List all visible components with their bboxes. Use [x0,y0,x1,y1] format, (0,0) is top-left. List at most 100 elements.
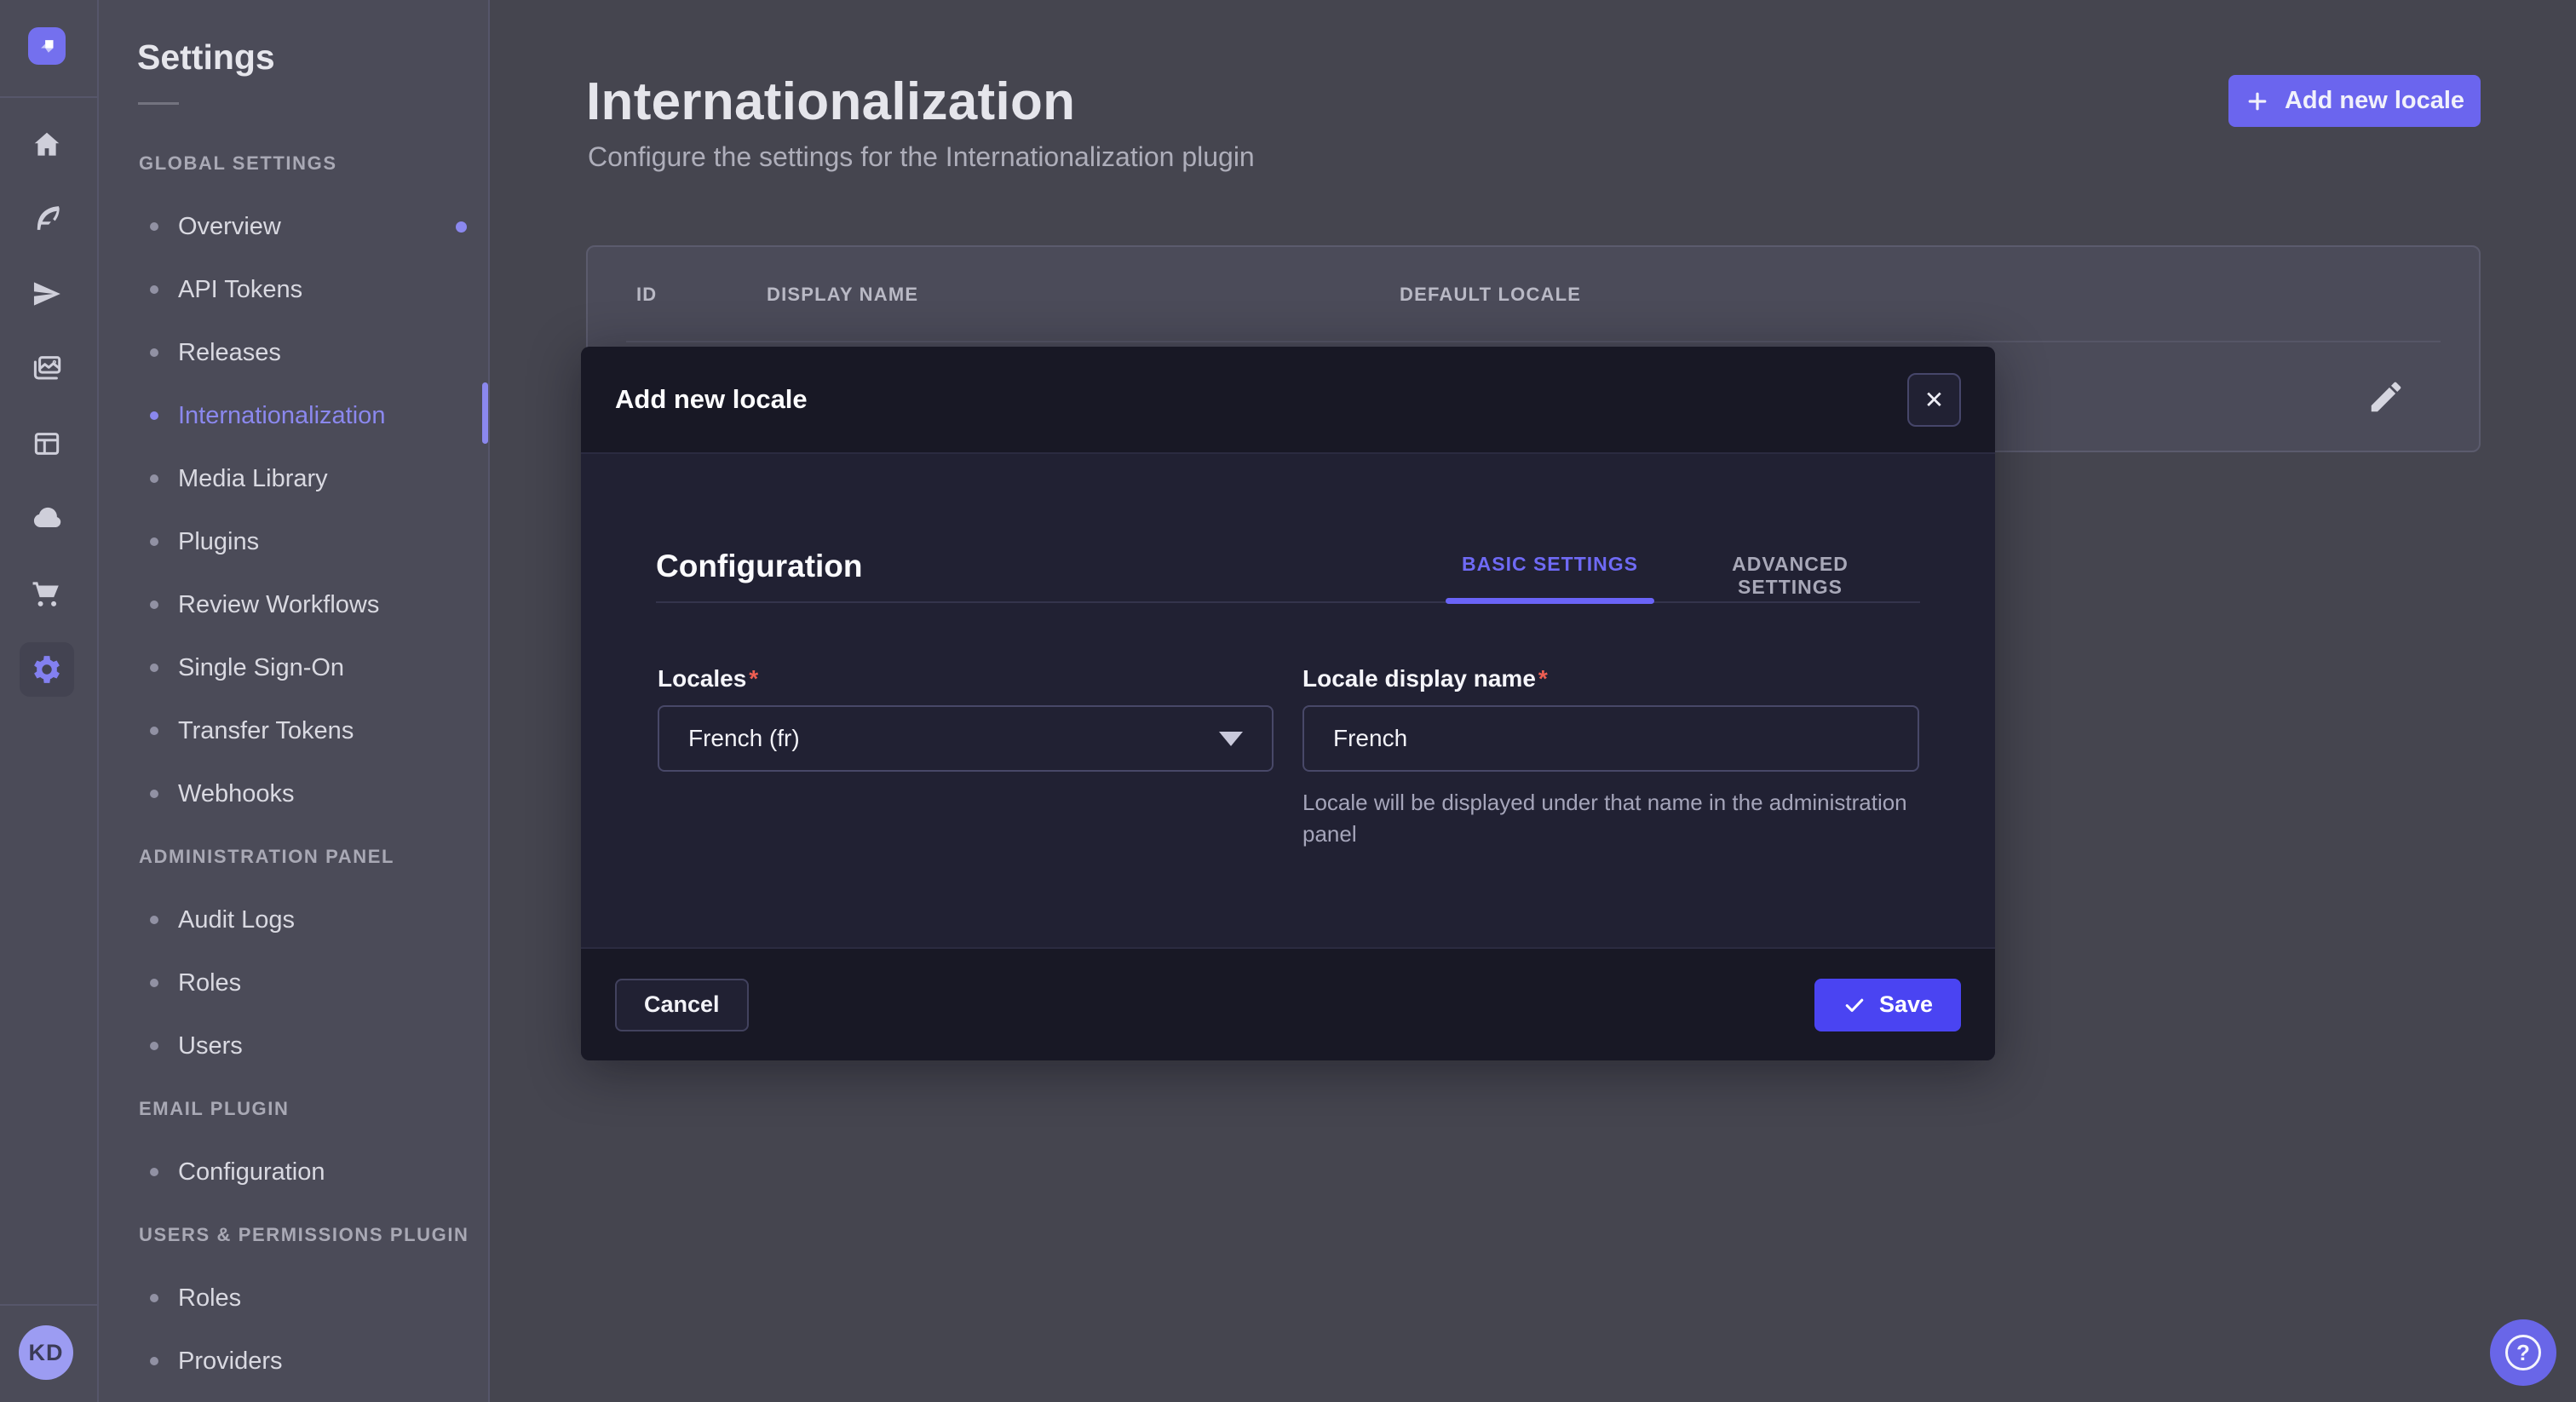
nav-section-label: ADMINISTRATION PANEL [99,825,488,888]
bullet-icon [150,1042,158,1050]
required-asterisk: * [1538,665,1548,692]
column-header-display-name: DISPLAY NAME [767,284,918,306]
sidebar-item-roles[interactable]: Roles [99,951,488,1014]
bullet-icon [150,916,158,924]
sidebar-item-single-sign-on[interactable]: Single Sign-On [99,636,488,699]
nav-gear-icon[interactable] [20,642,74,697]
bullet-icon [150,474,158,483]
nav-feather-icon[interactable] [20,191,74,245]
sidebar-item-transfer-tokens[interactable]: Transfer Tokens [99,699,488,762]
home-icon [31,129,63,161]
required-asterisk: * [749,665,758,692]
close-button[interactable]: ✕ [1907,373,1961,427]
sidebar-item-label: Internationalization [178,402,385,430]
locales-field-group: Locales* French (fr) [658,665,1274,772]
sidebar-item-webhooks[interactable]: Webhooks [99,762,488,825]
sidebar-item-label: Transfer Tokens [178,717,354,745]
save-label: Save [1879,991,1933,1018]
check-icon [1843,993,1866,1017]
bullet-icon [150,348,158,357]
modal-title: Add new locale [615,384,808,415]
nav-section-label: EMAIL PLUGIN [99,1077,488,1141]
sidebar-item-providers[interactable]: Providers [99,1330,488,1393]
edit-locale-button[interactable] [2366,377,2406,418]
sidebar-item-label: Review Workflows [178,591,379,619]
sidebar-item-internationalization[interactable]: Internationalization [99,384,488,447]
bullet-icon [150,790,158,798]
sidebar-item-label: Webhooks [178,780,295,808]
save-button[interactable]: Save [1814,979,1961,1031]
title-divider [138,102,179,105]
locales-select[interactable]: French (fr) [658,705,1274,772]
sidebar-item-api-tokens[interactable]: API Tokens [99,258,488,321]
sidebar-item-label: API Tokens [178,276,302,304]
notification-dot [456,221,467,233]
tabs-divider [656,601,1920,603]
question-icon: ? [2505,1335,2541,1370]
modal-footer: Cancel Save [581,947,1995,1060]
configuration-section-title: Configuration [656,549,863,584]
sidebar-item-label: Roles [178,1284,241,1313]
nav-cart-icon[interactable] [20,566,74,620]
bullet-icon [150,537,158,546]
settings-sidebar: Settings GLOBAL SETTINGSOverviewAPI Toke… [99,0,490,1402]
bullet-icon [150,1294,158,1302]
table-header-divider [626,341,2441,342]
sidebar-item-plugins[interactable]: Plugins [99,510,488,573]
locales-select-value: French (fr) [688,725,800,752]
sidebar-item-label: Media Library [178,465,328,493]
sidebar-item-audit-logs[interactable]: Audit Logs [99,888,488,951]
modal-header: Add new locale ✕ [581,347,1995,454]
bullet-icon [150,222,158,231]
bullet-icon [150,600,158,609]
nav-images-icon[interactable] [20,341,74,395]
tab-advanced-settings[interactable]: ADVANCED SETTINGS [1686,553,1895,599]
bullet-icon [150,664,158,672]
sidebar-item-label: Single Sign-On [178,654,344,682]
active-tab-underline [1446,598,1654,604]
strapi-logo-glyph [34,33,60,59]
sidebar-item-label: Roles [178,969,241,997]
send-icon [31,278,63,310]
sidebar-divider [0,96,97,98]
nav-home-icon[interactable] [20,118,74,172]
icon-sidebar: KD [0,0,99,1402]
display-name-label: Locale display name* [1302,665,1919,692]
cart-icon [31,577,63,609]
sidebar-item-configuration[interactable]: Configuration [99,1141,488,1204]
bullet-icon [150,285,158,294]
close-icon: ✕ [1924,386,1944,414]
plus-icon [2245,89,2270,114]
sidebar-item-releases[interactable]: Releases [99,321,488,384]
chevron-down-icon [1219,732,1243,746]
nav-section-label: USERS & PERMISSIONS PLUGIN [99,1204,488,1267]
page-subtitle: Configure the settings for the Internati… [588,141,1255,173]
avatar[interactable]: KD [19,1325,73,1380]
sidebar-item-label: Providers [178,1347,283,1376]
bullet-icon [150,411,158,420]
sidebar-item-review-workflows[interactable]: Review Workflows [99,573,488,636]
add-new-locale-button[interactable]: Add new locale [2228,75,2481,127]
help-button[interactable]: ? [2490,1319,2556,1386]
settings-nav-title: Settings [137,37,275,78]
feather-icon [31,202,63,234]
sidebar-item-label: Plugins [178,528,259,556]
tab-basic-settings[interactable]: BASIC SETTINGS [1446,553,1654,576]
nav-send-icon[interactable] [20,267,74,321]
sidebar-item-roles[interactable]: Roles [99,1267,488,1330]
display-name-input[interactable] [1302,705,1919,772]
sidebar-item-users[interactable]: Users [99,1014,488,1077]
sidebar-item-overview[interactable]: Overview [99,195,488,258]
nav-layout-icon[interactable] [20,417,74,471]
bullet-icon [150,1168,158,1176]
sidebar-item-media-library[interactable]: Media Library [99,447,488,510]
display-name-field-group: Locale display name* Locale will be disp… [1302,665,1919,850]
strapi-logo-icon[interactable] [28,27,66,65]
cancel-button[interactable]: Cancel [615,979,749,1031]
locales-label: Locales* [658,665,1274,692]
bullet-icon [150,727,158,735]
nav-cloud-icon[interactable] [20,491,74,546]
sidebar-item-label: Releases [178,339,281,367]
sidebar-item-label: Overview [178,213,281,241]
sidebar-divider [0,1304,97,1306]
